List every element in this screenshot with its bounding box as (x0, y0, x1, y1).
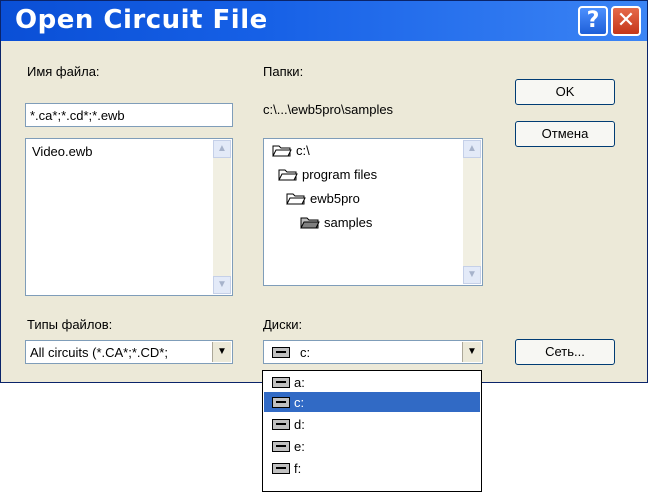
removable-drive-icon (272, 440, 290, 452)
hard-drive-icon (272, 418, 290, 430)
folder-item-program-files[interactable]: program files (278, 167, 377, 182)
folder-item-ewb5pro[interactable]: ewb5pro (286, 191, 360, 206)
cancel-button[interactable]: Отмена (515, 121, 615, 147)
scroll-up-icon[interactable]: ▲ (463, 140, 481, 158)
drives-label: Диски: (263, 317, 303, 332)
floppy-drive-icon (272, 376, 290, 388)
filetypes-value: All circuits (*.CA*;*.CD*; (30, 345, 168, 360)
scroll-up-icon[interactable]: ▲ (213, 140, 231, 158)
folder-label: program files (302, 167, 378, 182)
file-item[interactable]: Video.ewb (32, 144, 92, 159)
hard-drive-icon (272, 396, 290, 408)
filename-value: *.ca*;*.cd*;*.ewb (30, 108, 125, 123)
folder-label: c:\ (296, 143, 310, 158)
filetypes-select[interactable]: All circuits (*.CA*;*.CD*; ▼ (25, 340, 233, 364)
scroll-down-icon[interactable]: ▼ (463, 266, 481, 284)
filetypes-label: Типы файлов: (27, 317, 113, 332)
dialog-title: Open Circuit File (15, 5, 268, 35)
drive-option-label: f: (294, 460, 302, 476)
drive-option-label: e: (294, 438, 305, 454)
filename-input[interactable]: *.ca*;*.cd*;*.ewb (25, 103, 233, 127)
drive-option-label: a: (294, 374, 305, 390)
current-path: c:\...\ewb5pro\samples (263, 102, 394, 117)
open-circuit-dialog: Open Circuit File ? ✕ Имя файла: *.ca*;*… (0, 0, 648, 383)
folder-label: ewb5pro (310, 191, 360, 206)
chevron-down-icon[interactable]: ▼ (462, 342, 481, 362)
drive-option-label: d: (294, 416, 305, 432)
file-list[interactable]: Video.ewb ▲ ▼ (25, 138, 233, 296)
drives-select[interactable]: c: ▼ (263, 340, 483, 364)
title-bar[interactable]: Open Circuit File ? ✕ (1, 1, 647, 41)
drives-dropdown-list[interactable]: a: c: d: e: f: (262, 370, 482, 492)
drives-value: c: (300, 345, 311, 360)
drive-option-a[interactable]: a: (264, 372, 480, 392)
chevron-down-icon[interactable]: ▼ (212, 342, 231, 362)
drive-option-d[interactable]: d: (264, 414, 480, 434)
help-button[interactable]: ? (578, 6, 608, 36)
folder-label: samples (324, 215, 373, 230)
close-button[interactable]: ✕ (611, 6, 641, 36)
scroll-down-icon[interactable]: ▼ (213, 276, 231, 294)
cd-drive-icon (272, 462, 290, 474)
ok-button[interactable]: OK (515, 79, 615, 105)
network-button[interactable]: Сеть... (515, 339, 615, 365)
open-folder-icon (272, 144, 292, 157)
drive-option-e[interactable]: e: (264, 436, 480, 456)
folders-label: Папки: (263, 64, 304, 79)
filename-label: Имя файла: (27, 64, 100, 79)
folder-tree[interactable]: c:\ program files ewb5pro samples ▲ ▼ (263, 138, 483, 286)
file-list-scrollbar[interactable]: ▲ ▼ (213, 140, 231, 294)
drive-option-c[interactable]: c: (264, 392, 480, 412)
drive-option-f[interactable]: f: (264, 458, 480, 478)
open-folder-icon (286, 192, 306, 205)
open-folder-icon (300, 216, 320, 229)
drive-option-label: c: (294, 394, 305, 410)
folder-item-samples[interactable]: samples (300, 215, 372, 230)
open-folder-icon (278, 168, 298, 181)
folder-item-root[interactable]: c:\ (272, 143, 310, 158)
folder-tree-scrollbar[interactable]: ▲ ▼ (463, 140, 481, 284)
drive-icon (272, 347, 290, 358)
